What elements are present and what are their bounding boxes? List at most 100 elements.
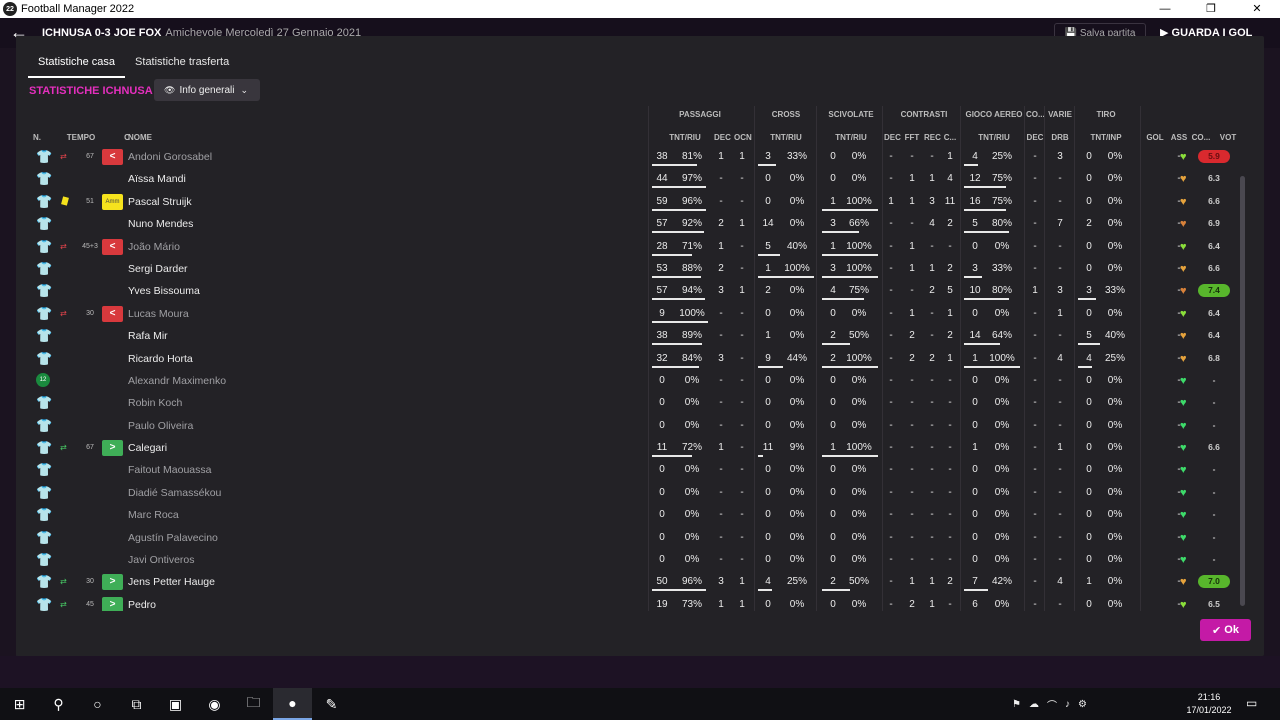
player-name[interactable]: Lucas Moura bbox=[128, 308, 189, 320]
player-name[interactable]: Faitout Maouassa bbox=[128, 464, 211, 476]
table-row[interactable]: 👕 Yves Bissouma 57 94% 3 1 2 0% 4 75% - -2 5 10 80% 1 3 3… bbox=[30, 280, 1242, 302]
column-header[interactable]: DEC bbox=[1026, 133, 1044, 142]
player-name[interactable]: Jens Petter Hauge bbox=[128, 576, 215, 588]
cloud-icon[interactable]: ☁ bbox=[1029, 699, 1039, 710]
table-row[interactable]: 👕 Robin Koch 0 0% - -0 0% 0 0% - - - -0 0% - -0 0% - ♥ - bbox=[30, 392, 1242, 414]
table-row[interactable]: 👕 ⇄ 45 > Pedro 19 73% 1 1 0 0% 0 0% -2 1-6 0% - -0 0% - ♥ 6.5 bbox=[30, 594, 1242, 611]
clock[interactable]: 21:16 17/01/2022 bbox=[1186, 691, 1232, 717]
condition-heart-icon: ♥ bbox=[1180, 531, 1187, 544]
stat-c-dec: - bbox=[889, 218, 893, 230]
file-explorer-icon[interactable]: 🗀 bbox=[234, 688, 273, 720]
column-header[interactable]: TNT/INP bbox=[1076, 133, 1136, 142]
table-row[interactable]: 👕 ⇄ 67 > Calegari 11 72% 1-11 9% 1 100% - - - -1 0% -1 0 0… bbox=[30, 437, 1242, 459]
table-row[interactable]: 👕 Javi Ontiveros 0 0% - - 0 0% 0 0% - - - - 0 0% - - 0 0% - ♥… bbox=[30, 549, 1242, 571]
table-row[interactable]: 👕 Ricardo Horta 32 84% 3-9 44% 2 100% -2 2 1 1 100% -… bbox=[30, 348, 1242, 370]
column-header[interactable]: C... bbox=[942, 133, 958, 142]
player-name[interactable]: Robin Koch bbox=[128, 397, 182, 409]
column-header[interactable]: ASS bbox=[1170, 133, 1188, 142]
player-name[interactable]: Pedro bbox=[128, 599, 156, 611]
column-header[interactable]: TNT/RIU bbox=[962, 133, 1026, 142]
stat-c-dec: - bbox=[889, 598, 893, 610]
column-header[interactable]: TNT/RIU bbox=[650, 133, 720, 142]
task-view-icon[interactable]: ⧉ bbox=[117, 688, 156, 720]
condition-heart-icon: ♥ bbox=[1180, 576, 1187, 589]
column-header[interactable]: DRB bbox=[1046, 133, 1074, 142]
table-row[interactable]: 👕 Nuno Mendes 57 92% 2 1 14 0% 3 66% - -4 2 5 80% -7 2 0%… bbox=[30, 213, 1242, 235]
player-name[interactable]: Alexandr Maximenko bbox=[128, 375, 226, 387]
table-row[interactable]: 👕 Agustín Palavecino 0 0% - - 0 0% 0 0% - - - - 0 0% - - 0… bbox=[30, 527, 1242, 549]
player-name[interactable]: Diadié Samassékou bbox=[128, 487, 221, 499]
tab-home-stats[interactable]: Statistiche casa bbox=[28, 50, 126, 78]
column-header[interactable]: DEC bbox=[714, 133, 731, 142]
rating-badge: 6.3 bbox=[1208, 173, 1220, 184]
table-row[interactable]: 👕 Diadié Samassékou 0 0% - - 0 0% 0 0% - - - - 0 0% - - 0 0… bbox=[30, 482, 1242, 504]
table-row[interactable]: 👕 Rafa Mir 38 89% - -1 0% 2 50% -2-2 14 64% - -5 40% - ♥… bbox=[30, 325, 1242, 347]
player-name[interactable]: João Mário bbox=[128, 241, 180, 253]
football-manager-icon[interactable]: ● bbox=[273, 688, 312, 720]
column-header[interactable]: TNT/RIU bbox=[818, 133, 884, 142]
table-row[interactable]: 👕 Marc Roca 0 0% - -0 0% 0 0% - - - -0 0% - -0 0% - ♥ - bbox=[30, 504, 1242, 526]
stat-sciv-t: 0 bbox=[830, 598, 836, 610]
network-icon[interactable]: ⚑ bbox=[1012, 699, 1021, 710]
cortana-icon[interactable]: ○ bbox=[78, 688, 117, 720]
column-header[interactable]: CO... bbox=[1190, 133, 1212, 142]
shirt-icon: 👕 bbox=[36, 596, 53, 611]
table-row[interactable]: 👕 Paulo Oliveira 0 0% - - 0 0% 0 0% - - - - 0 0% - - 0 0% - ♥… bbox=[30, 415, 1242, 437]
maximize-button[interactable]: ❐ bbox=[1188, 0, 1234, 18]
table-row[interactable]: 12 Alexandr Maximenko 0 0% - - 0 0% 0 0% - - - - 0 0% - -… bbox=[30, 370, 1242, 392]
player-name[interactable]: Aïssa Mandi bbox=[128, 173, 186, 185]
player-name[interactable]: Calegari bbox=[128, 442, 167, 454]
player-name[interactable]: Marc Roca bbox=[128, 509, 179, 521]
table-row[interactable]: 👕 ⇄ 30 < Lucas Moura 9 100% - -0 0% 0 0% -1-1 0 0% -1 0 0… bbox=[30, 303, 1242, 325]
player-name[interactable]: Rafa Mir bbox=[128, 330, 168, 342]
stat-pass-p: 96% bbox=[681, 576, 702, 588]
ok-button[interactable]: ✔ Ok bbox=[1200, 619, 1251, 641]
wifi-icon[interactable]: ⌒ bbox=[1047, 697, 1057, 712]
table-row[interactable]: 👕 ⇄ 30 > Jens Petter Hauge 50 96% 3 1 4 25% 2 50% - 1 1… bbox=[30, 571, 1242, 593]
stat-c-rec: - bbox=[930, 397, 934, 409]
player-name[interactable]: Ricardo Horta bbox=[128, 353, 193, 365]
column-header[interactable]: VOT bbox=[1216, 133, 1240, 142]
player-name[interactable]: Nuno Mendes bbox=[128, 218, 193, 230]
player-name[interactable]: Pascal Struijk bbox=[128, 196, 192, 208]
search-icon[interactable]: ⚲ bbox=[39, 688, 78, 720]
column-header[interactable]: DEC bbox=[884, 133, 901, 142]
minimize-button[interactable]: — bbox=[1142, 0, 1188, 18]
column-header[interactable]: TEMPO bbox=[62, 133, 100, 142]
stat-c-rec: - bbox=[930, 442, 934, 454]
stat-c-fft: - bbox=[910, 554, 914, 566]
stat-c-rec: - bbox=[930, 240, 934, 252]
player-name[interactable]: Yves Bissouma bbox=[128, 285, 200, 297]
player-name[interactable]: Paulo Oliveira bbox=[128, 420, 193, 432]
player-name[interactable]: Javi Ontiveros bbox=[128, 554, 195, 566]
player-name[interactable]: Sergi Darder bbox=[128, 263, 188, 275]
chrome-icon[interactable]: ◉ bbox=[195, 688, 234, 720]
table-row[interactable]: 👕 Faitout Maouassa 0 0% - - 0 0% 0 0% - - - - 0 0% - - 0 0%… bbox=[30, 459, 1242, 481]
table-scrollbar[interactable] bbox=[1240, 176, 1245, 606]
column-header[interactable]: NOME bbox=[128, 133, 188, 142]
player-name[interactable]: Agustín Palavecino bbox=[128, 532, 218, 544]
table-row[interactable]: 👕 Sergi Darder 53 88% 2-1 100% 3 100% -1 1 2 3 33% - -… bbox=[30, 258, 1242, 280]
close-button[interactable]: ✕ bbox=[1234, 0, 1280, 18]
table-row[interactable]: 👕 ⇄ 67 < Andoni Gorosabel 38 81% 1 1 3 33% 0 0% - - - 1 4… bbox=[30, 146, 1242, 168]
volume-icon[interactable]: ♪ bbox=[1065, 699, 1070, 710]
table-row[interactable]: 👕 51 Amm Pascal Struijk 59 96% - -0 0% 1 100% 1 1 3 11… bbox=[30, 191, 1242, 213]
view-dropdown[interactable]: 👁 Info generali ⌄ bbox=[154, 79, 260, 101]
remote-desktop-icon[interactable]: ▣ bbox=[156, 688, 195, 720]
column-header[interactable]: REC bbox=[924, 133, 941, 142]
column-header[interactable]: TNT/RIU bbox=[756, 133, 816, 142]
notifications-icon[interactable]: ▭ bbox=[1246, 696, 1257, 710]
column-header[interactable]: FFT bbox=[904, 133, 920, 142]
table-row[interactable]: 👕 Aïssa Mandi 44 97% - -0 0% 0 0% -1 1 4 12 75% - -0 0% -… bbox=[30, 168, 1242, 190]
paint-icon[interactable]: ✎ bbox=[312, 688, 351, 720]
column-header[interactable]: OCN bbox=[734, 133, 752, 142]
percent-bar bbox=[964, 589, 988, 592]
steam-icon[interactable]: ⚙ bbox=[1078, 699, 1087, 710]
column-header[interactable]: N. bbox=[30, 133, 44, 142]
column-header[interactable]: GOL bbox=[1144, 133, 1166, 142]
shirt-icon: 👕 bbox=[36, 417, 53, 433]
table-row[interactable]: 👕 ⇄ 45+3 < João Mário 28 71% 1 - 5 40% 1 100% - 1 - - 0 0%… bbox=[30, 236, 1242, 258]
tab-away-stats[interactable]: Statistiche trasferta bbox=[125, 50, 239, 78]
windows-icon[interactable]: ⊞ bbox=[0, 688, 39, 720]
player-name[interactable]: Andoni Gorosabel bbox=[128, 151, 212, 163]
